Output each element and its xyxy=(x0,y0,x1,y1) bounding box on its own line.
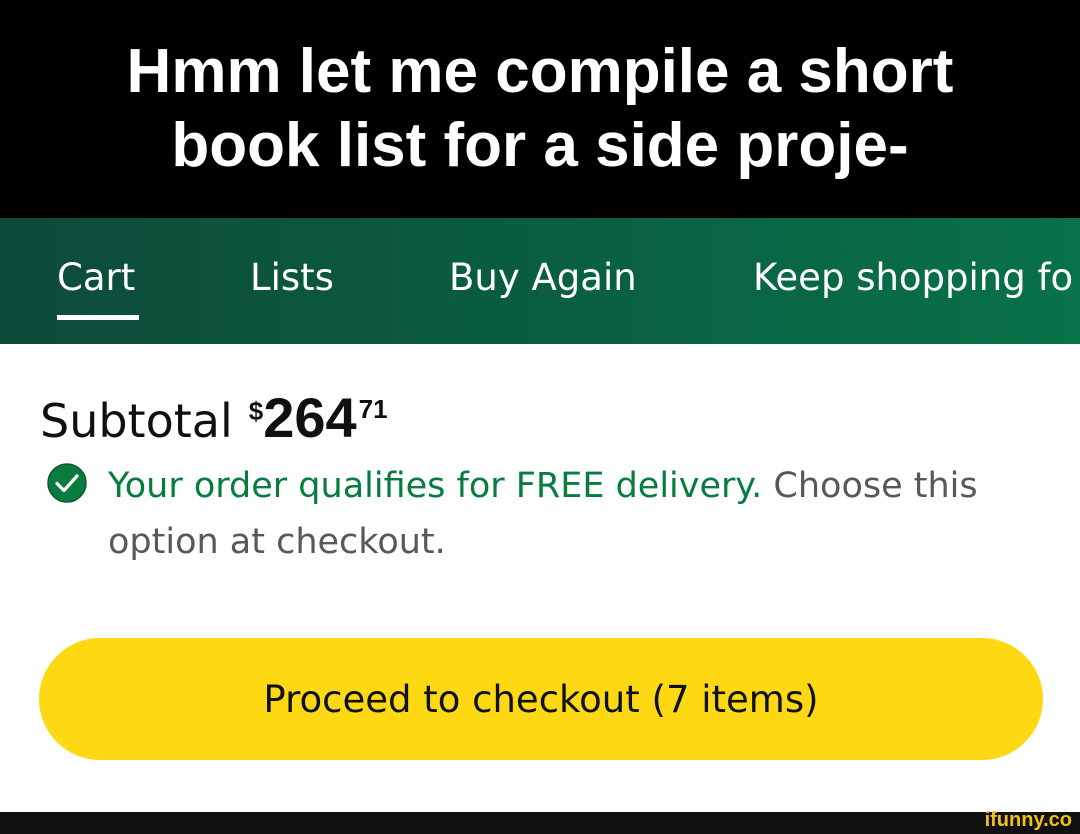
tab-lists[interactable]: Lists xyxy=(250,256,334,299)
subtotal-label: Subtotal xyxy=(40,394,233,448)
tab-buy-again[interactable]: Buy Again xyxy=(449,256,637,299)
check-circle-icon xyxy=(47,463,87,503)
checkout-button-label: Proceed to checkout (7 items) xyxy=(263,677,819,721)
nav-tabs-bar: Cart Lists Buy Again Keep shopping fo xyxy=(0,218,1080,344)
free-delivery-highlight: Your order qualifies for FREE delivery. xyxy=(108,466,763,506)
tab-cart[interactable]: Cart xyxy=(57,256,135,299)
tab-keep-shopping[interactable]: Keep shopping fo xyxy=(753,256,1073,299)
subtotal-currency: $ xyxy=(248,396,264,426)
subtotal-fraction: 71 xyxy=(358,394,388,424)
meme-caption: Hmm let me compile a short book list for… xyxy=(0,0,1080,218)
subtotal-whole: 264 xyxy=(263,386,357,449)
caption-line-1: Hmm let me compile a short xyxy=(126,37,954,106)
active-tab-underline xyxy=(57,315,139,320)
free-delivery-message: Your order qualifies for FREE delivery. … xyxy=(108,458,1048,570)
ifunny-watermark: ifunny.co xyxy=(984,809,1072,831)
subtotal: Subtotal $ 264 71 xyxy=(40,386,388,449)
proceed-to-checkout-button[interactable]: Proceed to checkout (7 items) xyxy=(39,638,1043,760)
caption-line-2: book list for a side proje- xyxy=(171,111,909,180)
bottom-bar: ifunny.co xyxy=(0,809,1080,834)
